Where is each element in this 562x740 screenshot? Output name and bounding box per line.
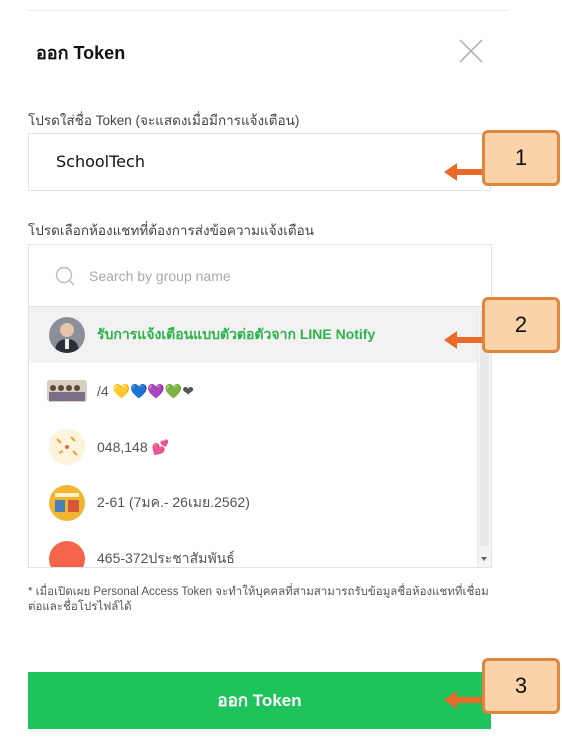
token-name-label: โปรดใส่ชื่อ Token (จะแสดงเมื่อมีการแจ้งเ… xyxy=(28,113,300,128)
top-divider xyxy=(28,10,508,11)
search-icon xyxy=(55,266,75,286)
list-item[interactable]: 2-61 (7มค.- 26เมย.2562) xyxy=(29,475,477,531)
list-item-label: 048,148 💕 xyxy=(97,438,169,455)
list-item[interactable]: 465-372ประชาสัมพันธ์ xyxy=(29,531,477,567)
avatar xyxy=(47,380,87,402)
token-name-input[interactable]: SchoolTech xyxy=(28,133,491,191)
list-item-label: 465-372ประชาสัมพันธ์ xyxy=(97,550,235,566)
list-item[interactable]: รับการแจ้งเตือนแบบตัวต่อตัวจาก LINE Noti… xyxy=(29,307,477,363)
callout-arrow-1 xyxy=(444,163,484,181)
disclaimer-text: * เมื่อเปิดเผย Personal Access Token จะท… xyxy=(28,586,489,613)
chat-picker: รับการแจ้งเตือนแบบตัวต่อตัวจาก LINE Noti… xyxy=(28,244,492,568)
list-item[interactable]: /4 💛💙💜💚❤ xyxy=(29,363,477,419)
search-row xyxy=(29,245,491,307)
avatar xyxy=(49,429,85,465)
callout-arrow-3 xyxy=(444,691,484,709)
callout-badge-2: 2 xyxy=(482,297,560,353)
issue-token-button[interactable]: ออก Token xyxy=(28,672,491,729)
avatar xyxy=(49,317,85,353)
callout-arrow-2 xyxy=(444,331,484,349)
list-item[interactable]: 048,148 💕 xyxy=(29,419,477,475)
dialog-title: ออก Token xyxy=(36,43,126,63)
list-item-label: รับการแจ้งเตือนแบบตัวต่อตัวจาก LINE Noti… xyxy=(97,326,376,342)
chat-list: รับการแจ้งเตือนแบบตัวต่อตัวจาก LINE Noti… xyxy=(29,307,477,567)
search-input[interactable] xyxy=(89,261,469,291)
avatar xyxy=(49,485,85,521)
avatar xyxy=(49,541,85,567)
list-item-label: 2-61 (7มค.- 26เมย.2562) xyxy=(97,494,250,510)
scroll-down-icon[interactable] xyxy=(481,557,487,561)
callout-badge-1: 1 xyxy=(482,130,560,186)
list-item-label: /4 💛💙💜💚❤ xyxy=(97,382,195,399)
close-icon[interactable] xyxy=(456,36,486,66)
chat-select-label: โปรดเลือกห้องแชทที่ต้องการส่งข้อความแจ้ง… xyxy=(28,223,314,238)
callout-badge-3: 3 xyxy=(482,658,560,714)
